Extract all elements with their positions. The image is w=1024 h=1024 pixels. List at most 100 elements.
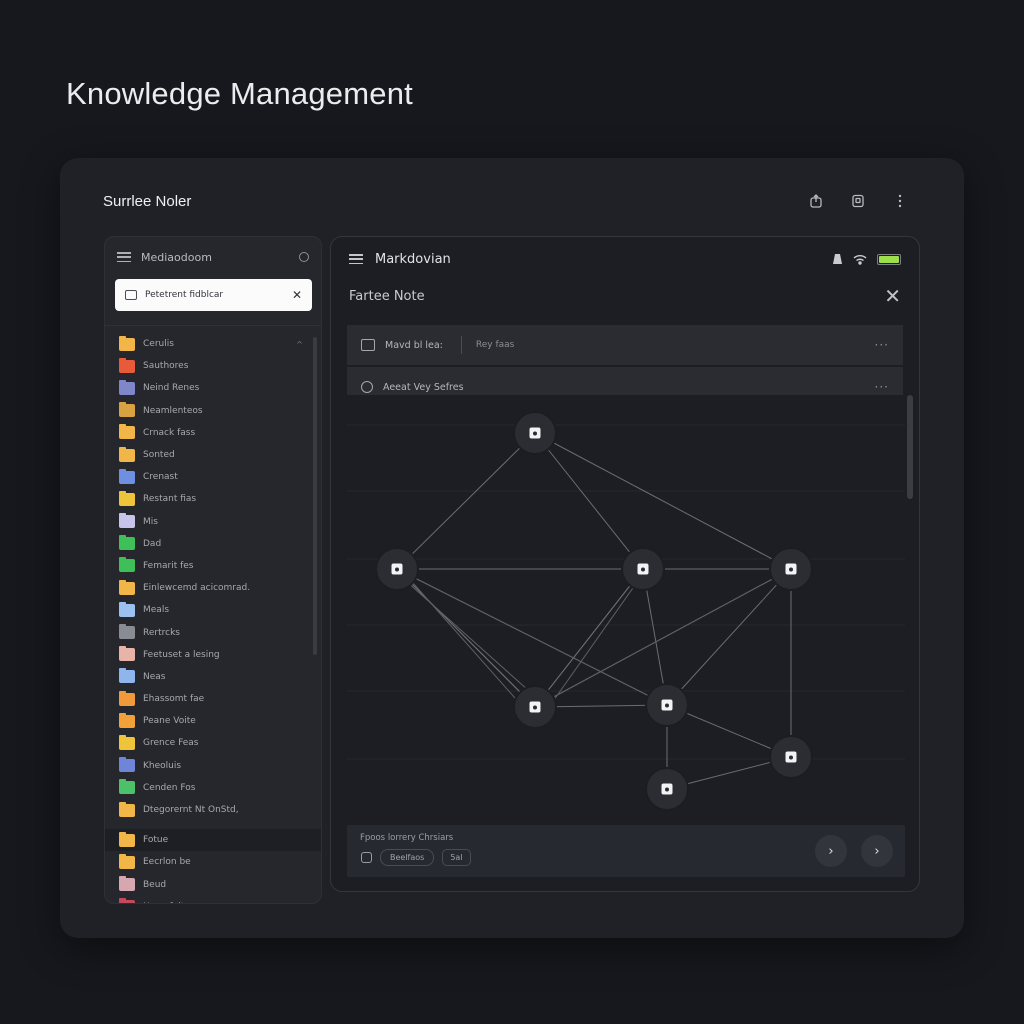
sidebar-item-label: Neind Renes: [143, 383, 200, 394]
bottom-nav: › ›: [815, 835, 893, 867]
note-title-row: Fartee Note ✕: [331, 281, 919, 311]
sidebar-item[interactable]: Cenden Fos: [105, 777, 321, 799]
sidebar-item[interactable]: Nuue fnitos: [105, 896, 321, 903]
graph-edge: [534, 432, 644, 570]
sidebar-item[interactable]: Sauthores: [105, 355, 321, 377]
sidebar-item-label: Kheoluis: [143, 760, 182, 771]
battery-level: [879, 255, 899, 263]
sidebar-item-label: Fotue: [143, 835, 169, 846]
folder-icon: [119, 601, 135, 617]
graph-scrollbar[interactable]: [907, 395, 913, 499]
sidebar-item-label: Grence Feas: [143, 738, 199, 749]
note-title: Fartee Note: [349, 288, 425, 304]
folder-list: Cerulis ^ Sauthores Neind Renes Neamlenteos C…: [105, 326, 321, 903]
row-sub-label: Rey faas: [475, 340, 515, 350]
note-row[interactable]: Mavd bl lea: Rey faas ···: [347, 325, 903, 365]
search-input[interactable]: [145, 290, 292, 300]
sidebar-item[interactable]: Peane Voite: [105, 710, 321, 732]
more-horizontal-icon[interactable]: ···: [875, 380, 889, 394]
graph-node[interactable]: [645, 683, 689, 727]
app-window: Surrlee Noler Mediaodoom ✕ Cerulis ^ Sauth…: [60, 158, 964, 938]
menu-icon[interactable]: [349, 254, 363, 264]
chevron-up-icon[interactable]: ^: [296, 340, 303, 349]
sidebar-item-label: Femarit fes: [143, 560, 194, 571]
sidebar-item[interactable]: Cerulis ^: [105, 333, 321, 355]
folder-icon: [361, 339, 375, 351]
sidebar-item[interactable]: Mis: [105, 511, 321, 533]
bottom-label: Fpoos lorrery Chrsiars: [360, 833, 454, 843]
graph-node[interactable]: [513, 685, 557, 729]
share-icon[interactable]: [804, 190, 828, 212]
sidebar-item-label: Nuue fnitos: [143, 902, 195, 903]
folder-icon: [119, 579, 135, 595]
graph-edge: [534, 568, 644, 708]
sidebar-item-label: Sonted: [143, 450, 175, 461]
graph-edge: [396, 568, 536, 708]
sidebar-item[interactable]: Crenast: [105, 466, 321, 488]
sidebar-item[interactable]: Crnack fass: [105, 422, 321, 444]
sidebar-item[interactable]: Neas: [105, 666, 321, 688]
sidebar-item[interactable]: Rertrcks: [105, 621, 321, 643]
graph-node[interactable]: [375, 547, 419, 591]
folder-icon: [119, 646, 135, 662]
settings-icon[interactable]: [299, 252, 309, 262]
sidebar-item-label: Mis: [143, 516, 158, 527]
sidebar-item-label: Beud: [143, 879, 167, 890]
sidebar-item[interactable]: Sonted: [105, 444, 321, 466]
graph-edge: [534, 432, 792, 570]
folder-icon: [119, 357, 135, 373]
user-icon: [833, 254, 842, 264]
graph-edge: [396, 572, 548, 708]
folder-icon: [119, 668, 135, 684]
folder-icon: [119, 712, 135, 728]
window-title: Surrlee Noler: [103, 193, 192, 210]
next-button[interactable]: ›: [815, 835, 847, 867]
folder-icon: [119, 734, 135, 750]
sidebar-item[interactable]: Femarit fes: [105, 555, 321, 577]
graph-node[interactable]: [621, 547, 665, 591]
graph-node[interactable]: [645, 767, 689, 811]
sidebar-item-label: Sauthores: [143, 361, 189, 372]
sidebar-scrollbar[interactable]: [313, 337, 317, 655]
folder-icon: [119, 490, 135, 506]
forward-button[interactable]: ›: [861, 835, 893, 867]
sidebar-item[interactable]: Eecrlon be: [105, 851, 321, 873]
sidebar-item[interactable]: Fotue: [105, 829, 321, 852]
folder-icon: [119, 801, 135, 817]
close-icon[interactable]: ✕: [884, 284, 901, 308]
menu-icon[interactable]: [117, 252, 131, 262]
sidebar-item-label: Neas: [143, 671, 166, 682]
copy-icon[interactable]: [846, 190, 870, 212]
filter-chip[interactable]: Beelfaos: [380, 849, 435, 866]
sidebar-item[interactable]: Neind Renes: [105, 377, 321, 399]
sidebar-item[interactable]: Dad: [105, 533, 321, 555]
sidebar-item[interactable]: Meals: [105, 599, 321, 621]
graph-node[interactable]: [769, 547, 813, 591]
knowledge-graph[interactable]: [347, 395, 905, 827]
sidebar-item[interactable]: Beud: [105, 874, 321, 896]
sidebar-item-label: Cenden Fos: [143, 782, 196, 793]
count-chip[interactable]: 5al: [442, 849, 471, 866]
sidebar-item[interactable]: Dtegorernt Nt OnStd,: [105, 799, 321, 821]
tag-icon: [361, 381, 373, 393]
main-header: Markdovian: [331, 237, 919, 281]
sidebar-item[interactable]: Restant fias: [105, 488, 321, 510]
more-vertical-icon[interactable]: [888, 190, 912, 212]
folder-icon: [119, 513, 135, 529]
graph-canvas[interactable]: [347, 395, 905, 827]
sidebar-item[interactable]: Neamlenteos: [105, 400, 321, 422]
attachment-icon[interactable]: [361, 852, 372, 863]
battery-icon: [877, 253, 901, 265]
clear-search-icon[interactable]: ✕: [292, 288, 302, 302]
sidebar-item-label: Ehassomt fae: [143, 694, 205, 705]
sidebar-item[interactable]: Feetuset a lesing: [105, 644, 321, 666]
sidebar-item[interactable]: Kheoluis: [105, 755, 321, 777]
graph-node[interactable]: [513, 411, 557, 455]
more-horizontal-icon[interactable]: ···: [875, 338, 889, 352]
graph-node[interactable]: [769, 735, 813, 779]
sidebar-item-label: Dad: [143, 538, 162, 549]
sidebar-item[interactable]: Einlewcemd acicomrad.: [105, 577, 321, 599]
sidebar-item[interactable]: Grence Feas: [105, 732, 321, 754]
sidebar-item[interactable]: Ehassomt fae: [105, 688, 321, 710]
sidebar-item-label: Feetuset a lesing: [143, 649, 220, 660]
